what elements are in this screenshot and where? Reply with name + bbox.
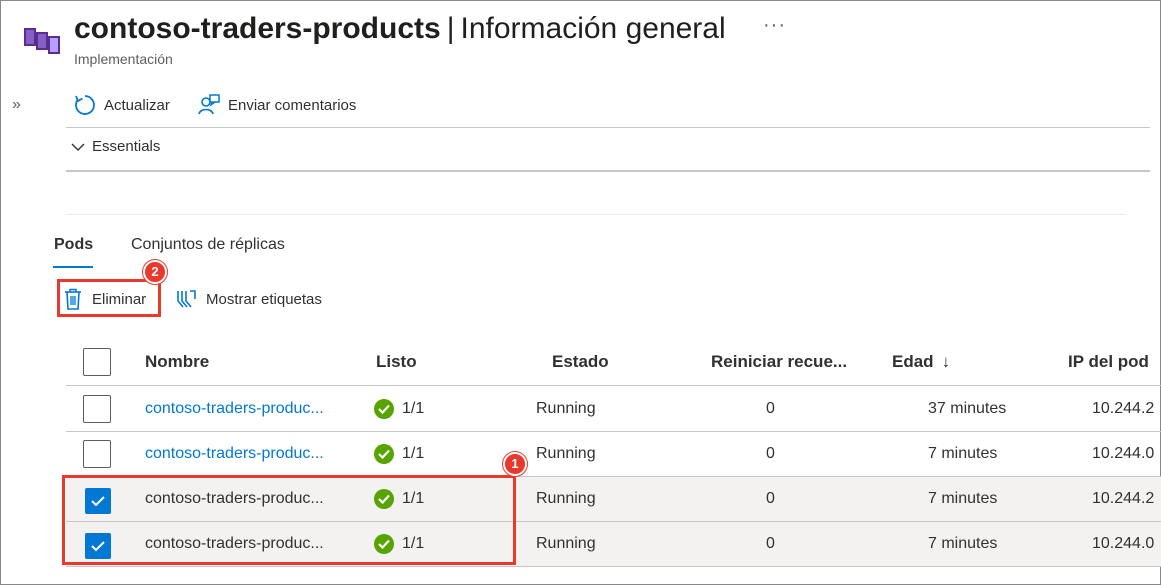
age-cell: 7 minutes	[928, 490, 998, 507]
feedback-label: Enviar comentarios	[228, 96, 357, 114]
state-cell: Running	[536, 400, 596, 417]
table-row[interactable]: contoso-traders-produc... 1/1 Running 0 …	[66, 387, 1161, 432]
pod-name-link[interactable]: contoso-traders-produc...	[145, 432, 324, 476]
deployment-icon	[24, 28, 60, 54]
success-check-icon	[374, 444, 394, 464]
step-badge-1: 1	[503, 452, 527, 476]
resource-type: Implementación	[74, 51, 173, 67]
state-cell: Running	[536, 445, 596, 462]
pod-ip-cell: 10.244.0	[1092, 445, 1155, 462]
pod-ip-cell: 10.244.2	[1092, 490, 1155, 507]
refresh-button[interactable]: Actualizar	[74, 92, 170, 118]
column-header-state[interactable]: Estado	[552, 338, 609, 385]
restarts-cell: 0	[766, 535, 775, 552]
age-cell: 37 minutes	[928, 400, 1007, 417]
feedback-button[interactable]: Enviar comentarios	[198, 92, 356, 118]
expand-menu-button[interactable]: »	[12, 96, 21, 114]
ready-value: 1/1	[402, 445, 425, 462]
divider	[66, 127, 1150, 128]
chevron-down-icon	[71, 143, 85, 151]
pod-ip-cell: 10.244.0	[1092, 535, 1155, 552]
resource-name: contoso-traders-products	[74, 12, 441, 45]
restarts-cell: 0	[766, 400, 775, 417]
tab-pods[interactable]: Pods	[54, 236, 93, 254]
column-header-ready[interactable]: Listo	[376, 338, 417, 385]
title-separator: |	[446, 12, 455, 45]
active-tab-indicator	[53, 266, 93, 268]
more-options-button[interactable]: ···	[763, 14, 786, 37]
sort-descending-icon: ↓	[941, 351, 951, 371]
show-labels-button[interactable]: Mostrar etiquetas	[176, 286, 322, 312]
grid-header: Nombre Listo Estado Reiniciar recue... E…	[66, 338, 1161, 386]
page-name: Información general	[460, 12, 726, 45]
select-all-checkbox-cell[interactable]	[83, 338, 111, 385]
column-header-name[interactable]: Nombre	[145, 338, 209, 385]
column-header-age[interactable]: Edad ↓	[892, 338, 950, 385]
restarts-cell: 0	[766, 445, 775, 462]
divider	[66, 170, 1150, 172]
divider	[66, 214, 1126, 215]
pod-name-link[interactable]: contoso-traders-produc...	[145, 387, 324, 431]
column-header-age-label: Edad	[892, 351, 934, 371]
ready-cell: 1/1	[374, 432, 424, 476]
feedback-icon	[198, 94, 220, 115]
selected-rows-highlight-box	[62, 475, 516, 565]
select-all-checkbox[interactable]	[83, 347, 111, 376]
ready-value: 1/1	[402, 400, 425, 417]
row-checkbox-cell[interactable]	[83, 387, 111, 431]
refresh-icon	[75, 95, 95, 115]
tab-replica-sets[interactable]: Conjuntos de réplicas	[131, 236, 285, 254]
essentials-toggle[interactable]: Essentials	[70, 138, 160, 155]
ready-cell: 1/1	[374, 387, 424, 431]
page-title: contoso-traders-products | Información gen…	[74, 10, 726, 48]
restarts-cell: 0	[766, 490, 775, 507]
row-checkbox[interactable]	[83, 440, 111, 468]
column-header-pod-ip[interactable]: IP del pod	[1068, 338, 1149, 385]
table-row[interactable]: contoso-traders-produc... 1/1 Running 0 …	[66, 432, 1161, 477]
state-cell: Running	[536, 535, 596, 552]
row-checkbox[interactable]	[83, 395, 111, 423]
show-labels-label: Mostrar etiquetas	[206, 290, 322, 308]
delete-highlight-box	[57, 279, 161, 317]
essentials-label: Essentials	[92, 138, 161, 155]
age-cell: 7 minutes	[928, 445, 998, 462]
column-header-restarts[interactable]: Reiniciar recue...	[711, 338, 847, 385]
refresh-label: Actualizar	[104, 96, 170, 114]
step-badge-2: 2	[143, 260, 167, 284]
labels-icon	[177, 290, 196, 308]
age-cell: 7 minutes	[928, 535, 998, 552]
row-checkbox-cell[interactable]	[83, 432, 111, 476]
column-header-state-label: Estado	[552, 351, 609, 371]
state-cell: Running	[536, 490, 596, 507]
success-check-icon	[374, 399, 394, 419]
pod-ip-cell: 10.244.2	[1092, 400, 1155, 417]
